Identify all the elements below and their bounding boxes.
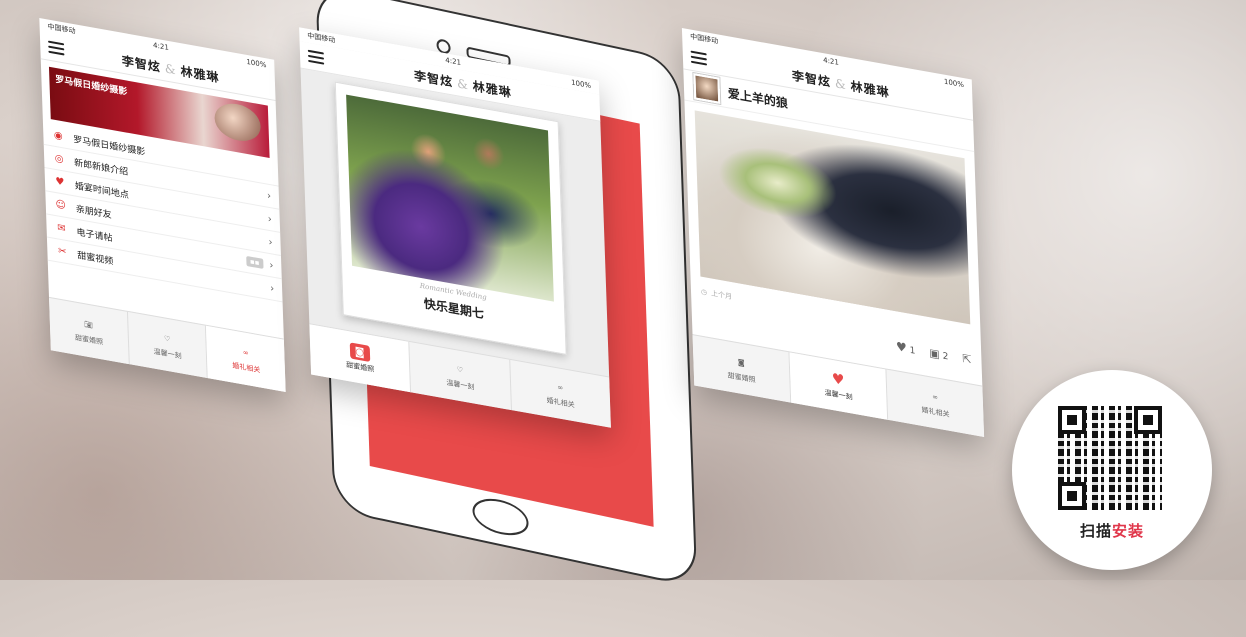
tab-label: 温馨一刻 [153,347,182,361]
qr-finder [1134,406,1162,434]
tab-label: 婚礼相关 [921,405,950,419]
ampersand: & [456,75,470,92]
comment-count: 2 [942,351,949,363]
qr-finder [1058,482,1086,510]
ampersand: & [834,75,847,92]
hamburger-menu-icon[interactable] [48,40,65,56]
like-count: 1 [909,345,916,357]
like-button[interactable]: ♥ 1 [896,339,916,357]
banner-text: 罗马假日婚纱摄影 [55,74,128,98]
comment-icon: ▣ [929,345,940,361]
groom-name: 李智炫 [413,68,454,90]
screen-album: 中国移动 4:21 100% 李智炫 & 林雅琳 Romantic Wedding … [299,27,611,428]
tab-label: 温馨一刻 [446,378,475,392]
camera-ring-icon: ◉ [53,129,63,142]
share-icon: ⇱ [962,351,972,367]
rings-icon: ∞ [242,348,249,358]
groom-name: 李智炫 [121,53,162,75]
rings-icon: ∞ [931,392,939,402]
bride-name: 林雅琳 [180,63,220,85]
banner-photo [213,100,262,145]
camera-icon: ◙ [737,358,745,368]
camera-icon: ◙ [349,342,370,362]
qr-label: 扫描安装 [1012,520,1212,541]
battery-text: 100% [570,78,592,91]
hamburger-menu-icon[interactable] [307,49,325,65]
bride-name: 林雅琳 [850,78,890,100]
tab-label: 甜蜜婚照 [727,371,756,385]
time-text: 4:21 [823,56,840,67]
heart-icon: ♥ [895,339,907,356]
heart-bubble-icon: ♡ [163,334,171,344]
battery-text: 100% [943,77,965,90]
share-button[interactable]: ⇱ [962,351,972,366]
avatar[interactable] [693,73,721,104]
tab-label: 甜蜜婚照 [346,360,375,374]
chevron-right-icon: › [269,259,274,272]
tab-label: 温馨一刻 [824,388,853,402]
chevron-right-icon: › [269,282,275,295]
clock-icon: ◷ [700,287,708,297]
post-author[interactable]: 爱上羊的狼 [728,84,789,112]
screen-menu: 中国移动 4:21 100% 李智炫 & 林雅琳 罗马假日婚纱摄影 ◉ 罗马假日婚纱… [39,18,286,392]
rings-icon: ◎ [54,152,64,165]
ampersand: & [164,60,177,77]
qr-label-scan: 扫描 [1079,522,1112,540]
heart-bubble-icon: ♡ [456,365,464,375]
toggle-badge[interactable]: ▪▪ [245,255,264,269]
chevron-right-icon: › [266,190,272,202]
tab-label: 婚礼相关 [232,361,261,375]
rings-icon: ∞ [557,383,564,393]
screen-moments: 中国移动 4:21 100% 李智炫 & 林雅琳 爱上羊的狼 ◷ 上个月 ♥ 1 ▣… [681,28,985,437]
time-text: 4:21 [445,56,462,68]
tab-label: 婚礼相关 [546,396,575,410]
qr-badge: 扫描安装 [1012,370,1212,570]
friends-icon: ☺ [55,198,67,212]
wedding-photo [346,94,554,302]
envelope-icon: ✉ [57,221,66,235]
heart-bubble-icon: ♥ [831,370,845,390]
tab-label: 甜蜜婚照 [74,333,104,347]
camera-icon: 📷︎ [83,320,94,330]
photo-card[interactable]: Romantic Wedding 快乐星期七 [334,81,567,355]
video-icon: ✂ [57,244,67,258]
bride-name: 林雅琳 [472,78,513,100]
comment-button[interactable]: ▣ 2 [929,346,948,362]
calendar-heart-icon: ♥ [55,175,65,189]
groom-name: 李智炫 [791,68,832,90]
qr-label-install: 安装 [1112,522,1145,540]
battery-text: 100% [246,57,267,70]
chevron-right-icon: › [267,213,272,225]
qr-finder [1058,406,1086,434]
hamburger-menu-icon[interactable] [690,50,708,66]
chevron-right-icon: › [268,236,273,249]
time-text: 4:21 [152,41,169,53]
